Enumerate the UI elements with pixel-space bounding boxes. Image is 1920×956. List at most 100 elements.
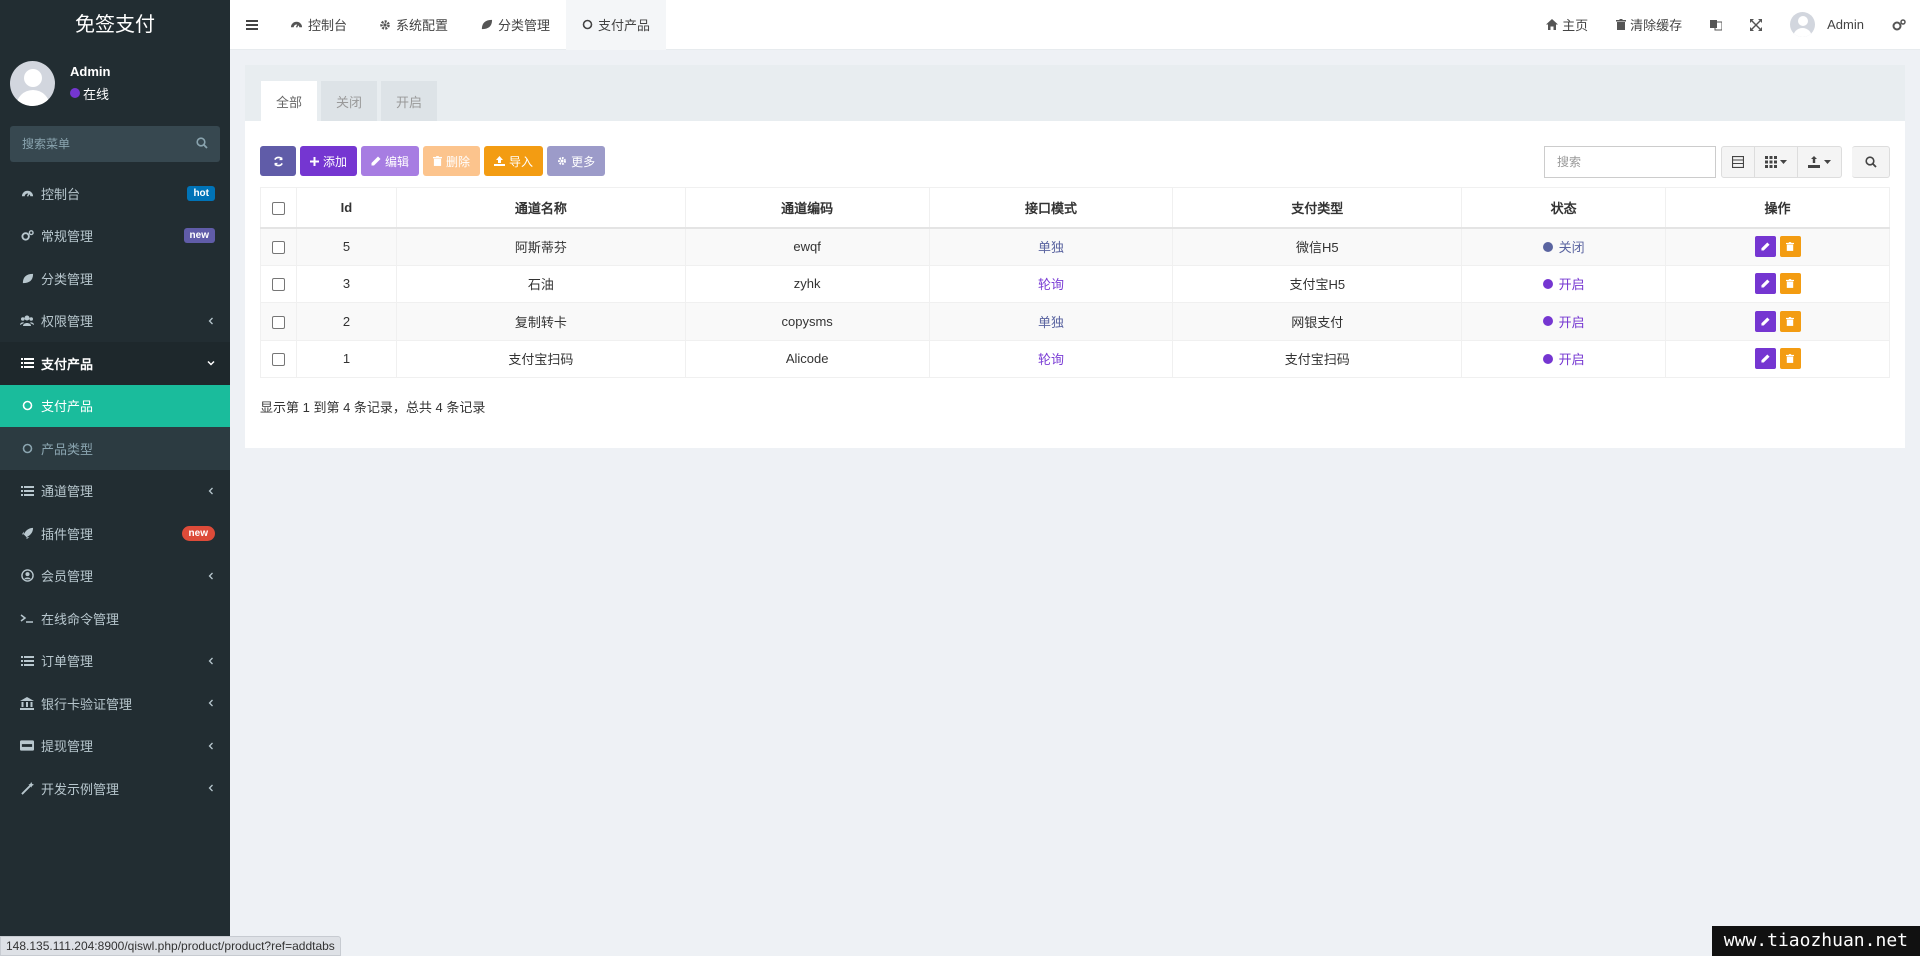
delete-button[interactable]: 删除	[423, 146, 481, 176]
status-badge[interactable]: 开启	[1542, 274, 1585, 293]
sidebar: 免签支付 Admin 在线 控制台 hot 常规管理 new 分类管理	[0, 0, 230, 956]
sidebar-item-payment-products[interactable]: 支付产品	[0, 342, 230, 385]
row-checkbox[interactable]	[271, 241, 285, 255]
status-badge[interactable]: 关闭	[1542, 237, 1585, 256]
row-delete-button[interactable]	[1779, 310, 1801, 332]
export-button[interactable]	[1798, 146, 1842, 178]
status-dot-icon	[1542, 353, 1553, 364]
avatar	[10, 60, 55, 106]
tab-system-config[interactable]: 系统配置	[363, 0, 464, 50]
more-button[interactable]: 更多	[547, 146, 606, 176]
visa-icon	[20, 739, 34, 753]
table-row[interactable]: 3 石油 zyhk 轮询 支付宝H5 开启	[260, 264, 1890, 303]
home-icon	[1546, 19, 1559, 30]
row-delete-button[interactable]	[1779, 273, 1801, 295]
top-header: 控制台 系统配置 分类管理 支付产品 主页 清除缓存 Admin	[230, 0, 1920, 50]
cell-code: ewqf	[684, 227, 930, 266]
sidebar-item-product-type[interactable]: 产品类型	[0, 427, 230, 470]
row-delete-button[interactable]	[1779, 348, 1801, 370]
circle-o-icon	[582, 19, 593, 30]
user-menu[interactable]: Admin	[1776, 0, 1878, 50]
column-header-type[interactable]: 支付类型	[1172, 187, 1463, 229]
avatar	[1790, 12, 1816, 37]
sidebar-item-general[interactable]: 常规管理 new	[0, 215, 230, 258]
sidebar-item-category[interactable]: 分类管理	[0, 257, 230, 300]
cell-mode-link[interactable]: 单独	[1038, 315, 1064, 330]
pagination-info: 显示第 1 到第 4 条记录，总共 4 条记录	[260, 400, 486, 415]
cell-id: 2	[295, 302, 397, 341]
table-row[interactable]: 1 支付宝扫码 Alicode 轮询 支付宝扫码 开启	[260, 339, 1890, 378]
column-header-id[interactable]: Id	[295, 187, 397, 229]
import-button[interactable]: 导入	[484, 146, 544, 176]
refresh-button[interactable]	[260, 146, 296, 176]
sidebar-item-members[interactable]: 会员管理	[0, 555, 230, 598]
upload-icon	[494, 156, 506, 166]
sidebar-search-input[interactable]	[10, 126, 220, 162]
status-badge[interactable]: 开启	[1542, 312, 1585, 331]
search-icon[interactable]	[196, 137, 208, 149]
sidebar-item-channel[interactable]: 通道管理	[0, 470, 230, 513]
sidebar-item-online-command[interactable]: 在线命令管理	[0, 597, 230, 640]
column-header-name[interactable]: 通道名称	[395, 187, 686, 229]
sidebar-item-payment-product-sub[interactable]: 支付产品	[0, 384, 230, 427]
cell-name: 阿斯蒂芬	[395, 227, 686, 266]
sidebar-item-bank-verify[interactable]: 银行卡验证管理	[0, 682, 230, 725]
trash-icon	[1786, 279, 1795, 289]
sidebar-item-dev-examples[interactable]: 开发示例管理	[0, 767, 230, 810]
cell-mode-link[interactable]: 轮询	[1038, 277, 1064, 292]
tab-payment-products[interactable]: 支付产品	[566, 0, 667, 50]
sidebar-item-plugins[interactable]: 插件管理 new	[0, 512, 230, 555]
column-header-code[interactable]: 通道编码	[684, 187, 930, 229]
row-edit-button[interactable]	[1754, 273, 1776, 295]
sidebar-item-withdraw[interactable]: 提现管理	[0, 725, 230, 768]
toggle-view-button[interactable]	[1721, 146, 1755, 178]
row-edit-button[interactable]	[1754, 310, 1776, 332]
row-edit-button[interactable]	[1754, 348, 1776, 370]
edit-button[interactable]: 编辑	[361, 146, 420, 176]
row-checkbox[interactable]	[271, 278, 285, 292]
cell-mode-link[interactable]: 轮询	[1038, 352, 1064, 367]
language-button[interactable]	[1696, 0, 1736, 50]
tab-category[interactable]: 分类管理	[464, 0, 566, 50]
sidebar-item-orders[interactable]: 订单管理	[0, 640, 230, 683]
column-header-status[interactable]: 状态	[1461, 187, 1667, 229]
table-search-input[interactable]	[1544, 146, 1716, 178]
select-all-checkbox[interactable]	[271, 201, 285, 215]
table-view-icon	[1732, 156, 1744, 168]
cell-mode-link[interactable]: 单独	[1038, 240, 1064, 255]
settings-button[interactable]	[1878, 0, 1920, 50]
tab-dashboard[interactable]: 控制台	[274, 0, 363, 50]
add-button[interactable]: 添加	[300, 146, 358, 176]
cell-code: copysms	[684, 302, 930, 341]
fullscreen-button[interactable]	[1736, 0, 1776, 50]
tab-open[interactable]: 开启	[381, 81, 438, 121]
cell-id: 5	[295, 227, 397, 266]
table-row[interactable]: 2 复制转卡 copysms 单独 网银支付 开启	[260, 302, 1890, 341]
dashboard-icon	[290, 21, 303, 28]
sidebar-toggle-button[interactable]	[230, 0, 274, 50]
row-delete-button[interactable]	[1779, 236, 1801, 257]
row-edit-button[interactable]	[1754, 236, 1776, 257]
cell-name: 支付宝扫码	[395, 339, 686, 378]
row-checkbox[interactable]	[271, 353, 285, 367]
tab-all[interactable]: 全部	[261, 81, 318, 121]
column-header-mode[interactable]: 接口模式	[928, 187, 1174, 229]
app-logo[interactable]: 免签支付	[0, 0, 230, 50]
sidebar-item-dashboard[interactable]: 控制台 hot	[0, 172, 230, 215]
clear-cache-button[interactable]: 清除缓存	[1602, 0, 1696, 50]
sidebar-item-permission[interactable]: 权限管理	[0, 300, 230, 343]
trash-icon	[1616, 19, 1627, 30]
cog-icon	[380, 19, 390, 30]
home-link[interactable]: 主页	[1532, 0, 1602, 50]
columns-button[interactable]	[1755, 146, 1798, 178]
sidebar-search	[10, 126, 220, 162]
table-row[interactable]: 5 阿斯蒂芬 ewqf 单独 微信H5 关闭	[260, 227, 1890, 266]
online-dot-icon	[70, 88, 80, 98]
pencil-icon	[1760, 242, 1770, 251]
chevron-down-icon	[207, 361, 215, 366]
row-checkbox[interactable]	[271, 315, 285, 329]
status-badge[interactable]: 开启	[1542, 349, 1585, 368]
tab-closed[interactable]: 关闭	[321, 81, 378, 121]
advanced-search-button[interactable]	[1852, 146, 1890, 178]
table-tools	[1544, 146, 1890, 178]
